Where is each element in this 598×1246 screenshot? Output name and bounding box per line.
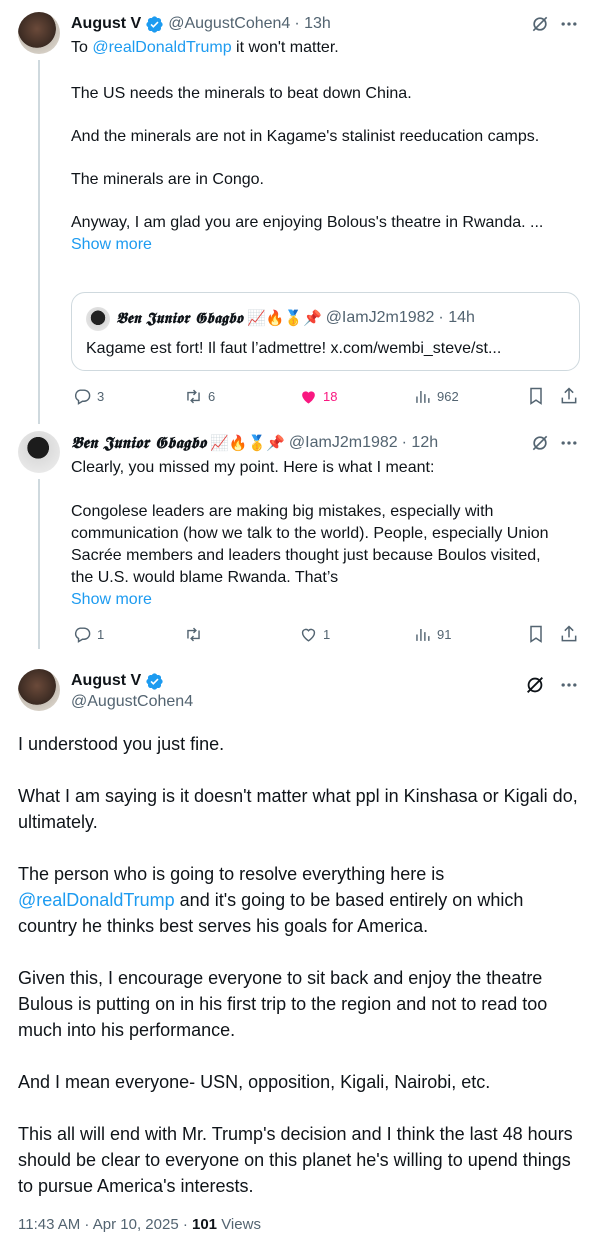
view-count: 91 bbox=[437, 626, 452, 642]
paragraph: And I mean everyone- USN, opposition, Ki… bbox=[18, 1072, 491, 1092]
reply-icon bbox=[74, 388, 91, 405]
tweet1-text: To @realDonaldTrump it won't matter. The… bbox=[71, 37, 581, 256]
reply-suffix: it won't matter. bbox=[231, 39, 339, 56]
quote-time: · 14h bbox=[438, 309, 475, 326]
quote-author-name: 𝕭𝖊𝖓 𝕵𝖚𝖓𝖎𝖔𝖗 𝕲𝖇𝖆𝖌𝖇𝖔 bbox=[116, 309, 243, 327]
paragraph: Given this, I encourage everyone to sit … bbox=[18, 968, 548, 1040]
reply-button[interactable]: 3 bbox=[73, 386, 104, 406]
share-icon[interactable] bbox=[558, 385, 580, 407]
quote-avatar bbox=[86, 307, 110, 331]
paragraph: I understood you just fine. bbox=[18, 734, 225, 754]
views-button[interactable]: 91 bbox=[413, 624, 451, 644]
paragraph: And the minerals are not in Kagame's sta… bbox=[71, 128, 540, 145]
paragraph: Clearly, you missed my point. Here is wh… bbox=[71, 459, 435, 476]
more-options-icon[interactable] bbox=[558, 432, 580, 454]
analytics-icon bbox=[416, 390, 430, 403]
repost-count: 6 bbox=[208, 388, 216, 404]
like-count: 1 bbox=[323, 626, 331, 642]
thread-line bbox=[38, 60, 40, 424]
mention-link[interactable]: @realDonaldTrump bbox=[18, 890, 175, 910]
views-label: Views bbox=[217, 1216, 261, 1233]
heart-filled-icon bbox=[302, 390, 315, 404]
paragraph: Anyway, I am glad you are enjoying Bolou… bbox=[71, 214, 544, 231]
tweet-time[interactable]: · 12h bbox=[402, 434, 438, 452]
avatar-august-v[interactable] bbox=[18, 12, 60, 54]
reply-count: 3 bbox=[97, 388, 105, 404]
main-tweet-text: I understood you just fine. What I am sa… bbox=[18, 731, 578, 1199]
paragraph: What I am saying is it doesn't matter wh… bbox=[18, 786, 578, 832]
share-icon[interactable] bbox=[558, 623, 580, 645]
repost-button[interactable] bbox=[184, 624, 208, 644]
verified-badge-icon bbox=[145, 15, 164, 34]
bookmark-icon[interactable] bbox=[525, 623, 547, 645]
grok-icon[interactable] bbox=[529, 13, 551, 35]
text-segment: The person who is going to resolve every… bbox=[18, 864, 445, 884]
grok-icon[interactable] bbox=[524, 674, 546, 696]
heart-icon bbox=[301, 628, 316, 642]
paragraph: This all will end with Mr. Trump's decis… bbox=[18, 1124, 573, 1196]
tweet1-header: August V @AugustCohen4 · 13h bbox=[71, 13, 331, 35]
quote-header: 𝕭𝖊𝖓 𝕵𝖚𝖓𝖎𝖔𝖗 𝕲𝖇𝖆𝖌𝖇𝖔 📈🔥🥇📌 @IamJ2m1982 · 14h bbox=[116, 309, 475, 327]
tweet-timestamp: 11:43 AM · Apr 10, 2025 · 101 Views bbox=[18, 1216, 261, 1233]
reply-count: 1 bbox=[97, 626, 105, 642]
grok-icon[interactable] bbox=[529, 432, 551, 454]
like-button[interactable]: 1 bbox=[299, 624, 330, 644]
thread-line bbox=[38, 479, 40, 649]
quote-tweet-card[interactable]: 𝕭𝖊𝖓 𝕵𝖚𝖓𝖎𝖔𝖗 𝕲𝖇𝖆𝖌𝖇𝖔 📈🔥🥇📌 @IamJ2m1982 · 14h… bbox=[71, 292, 580, 371]
show-more-link[interactable]: Show more bbox=[71, 589, 561, 611]
author-name[interactable]: August V bbox=[71, 15, 141, 33]
more-options-icon[interactable] bbox=[558, 13, 580, 35]
author-emojis: 📈🔥🥇📌 bbox=[210, 435, 285, 452]
tweet2-text: Clearly, you missed my point. Here is wh… bbox=[71, 457, 561, 611]
author-handle[interactable]: @IamJ2m1982 bbox=[289, 434, 398, 452]
paragraph: Congolese leaders are making big mistake… bbox=[71, 503, 549, 586]
repost-icon bbox=[187, 627, 200, 641]
reply-prefix: To bbox=[71, 39, 93, 56]
quote-text: Kagame est fort! Il faut l’admettre! x.c… bbox=[86, 340, 502, 357]
paragraph: The person who is going to resolve every… bbox=[18, 861, 578, 939]
more-options-icon[interactable] bbox=[558, 674, 580, 696]
author-name[interactable]: August V bbox=[71, 672, 141, 690]
repost-icon bbox=[187, 389, 200, 403]
bookmark-icon[interactable] bbox=[525, 385, 547, 407]
view-count: 962 bbox=[437, 388, 459, 404]
views-count: 101 bbox=[192, 1216, 218, 1233]
paragraph: The minerals are in Congo. bbox=[71, 171, 264, 188]
main-header: August V @AugustCohen4 bbox=[71, 670, 193, 711]
timestamp-text[interactable]: 11:43 AM · Apr 10, 2025 · bbox=[18, 1216, 192, 1233]
quote-author-handle: @IamJ2m1982 bbox=[325, 309, 435, 326]
quote-author-emojis: 📈🔥🥇📌 bbox=[246, 310, 322, 327]
analytics-icon bbox=[416, 628, 430, 641]
paragraph: The US needs the minerals to beat down C… bbox=[71, 85, 412, 102]
repost-button[interactable]: 6 bbox=[184, 386, 215, 406]
author-handle[interactable]: @AugustCohen4 bbox=[168, 15, 290, 33]
like-button[interactable]: 18 bbox=[299, 386, 337, 406]
author-name[interactable]: 𝕭𝖊𝖓 𝕵𝖚𝖓𝖎𝖔𝖗 𝕲𝖇𝖆𝖌𝖇𝖔 bbox=[71, 433, 206, 453]
author-handle[interactable]: @AugustCohen4 bbox=[71, 693, 193, 711]
tweet2-header: 𝕭𝖊𝖓 𝕵𝖚𝖓𝖎𝖔𝖗 𝕲𝖇𝖆𝖌𝖇𝖔 📈🔥🥇📌 @IamJ2m1982 · 12h bbox=[71, 432, 438, 454]
avatar-ben-junior[interactable] bbox=[18, 431, 60, 473]
reply-button[interactable]: 1 bbox=[73, 624, 104, 644]
avatar-august-v-main[interactable] bbox=[18, 669, 60, 711]
like-count: 18 bbox=[323, 388, 338, 404]
show-more-link[interactable]: Show more bbox=[71, 234, 581, 256]
reply-icon bbox=[74, 626, 91, 643]
tweet-time[interactable]: · 13h bbox=[294, 15, 330, 33]
mention-link[interactable]: @realDonaldTrump bbox=[92, 39, 231, 56]
verified-badge-icon bbox=[145, 672, 164, 691]
views-button[interactable]: 962 bbox=[413, 386, 459, 406]
